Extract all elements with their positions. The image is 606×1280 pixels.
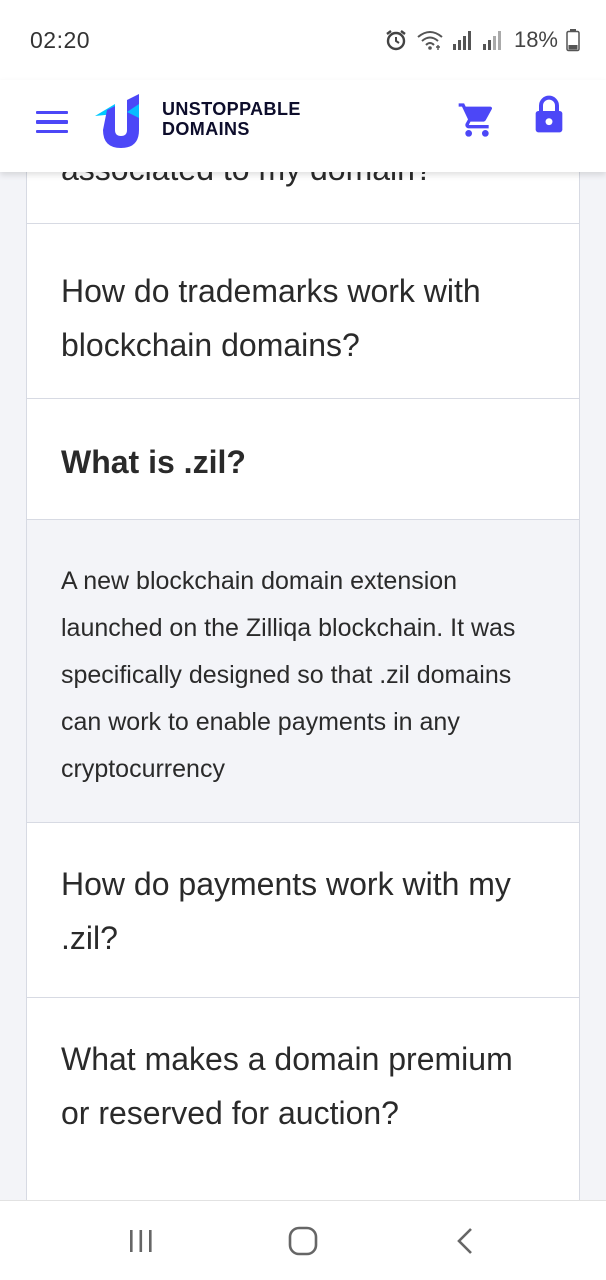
recent-apps-icon[interactable] [111,1211,171,1271]
faq-question: How do trademarks work with blockchain d… [61,273,481,363]
menu-line [36,120,68,124]
faq-item-payments[interactable]: How do payments work with my .zil? [27,823,579,998]
cart-icon[interactable] [457,100,497,140]
faq-list: associated to my domain? How do trademar… [26,172,580,1200]
battery-percent: 18% [513,27,558,52]
menu-icon[interactable] [36,104,72,140]
brand-wordmark[interactable]: UNSTOPPABLE DOMAINS [162,99,301,139]
faq-item-trademarks[interactable]: How do trademarks work with blockchain d… [27,224,579,399]
back-icon[interactable] [435,1211,495,1271]
system-nav-bar [0,1200,606,1280]
faq-question: What is .zil? [61,444,246,480]
brand-logo-icon[interactable] [93,94,149,148]
brand-line-2: DOMAINS [162,119,250,139]
faq-question: associated to my domain? [61,172,433,196]
faq-item-premium[interactable]: What makes a domain premium or reserved … [27,998,579,1200]
faq-question: How do payments work with my .zil? [61,866,511,956]
menu-line [36,129,68,134]
menu-line [36,110,68,115]
status-bar: 02:20 18% [0,0,606,80]
home-icon[interactable] [273,1211,333,1271]
signal-icon [482,29,504,51]
lock-icon[interactable] [533,95,565,135]
faq-item-what-is-zil[interactable]: What is .zil? [27,399,579,520]
app-header: UNSTOPPABLE DOMAINS [0,80,606,172]
status-time: 02:20 [30,26,91,53]
faq-item-partial[interactable]: associated to my domain? [27,172,579,224]
alarm-icon [384,28,408,52]
faq-question: What makes a domain premium or reserved … [61,1041,513,1131]
signal-icon [452,29,474,51]
wifi-icon [416,29,444,51]
brand-line-1: UNSTOPPABLE [162,99,301,119]
faq-answer-text: A new blockchain domain extension launch… [61,567,516,783]
faq-answer: A new blockchain domain extension launch… [27,520,579,823]
battery-icon [566,28,580,52]
status-icons: 18% [384,27,580,53]
